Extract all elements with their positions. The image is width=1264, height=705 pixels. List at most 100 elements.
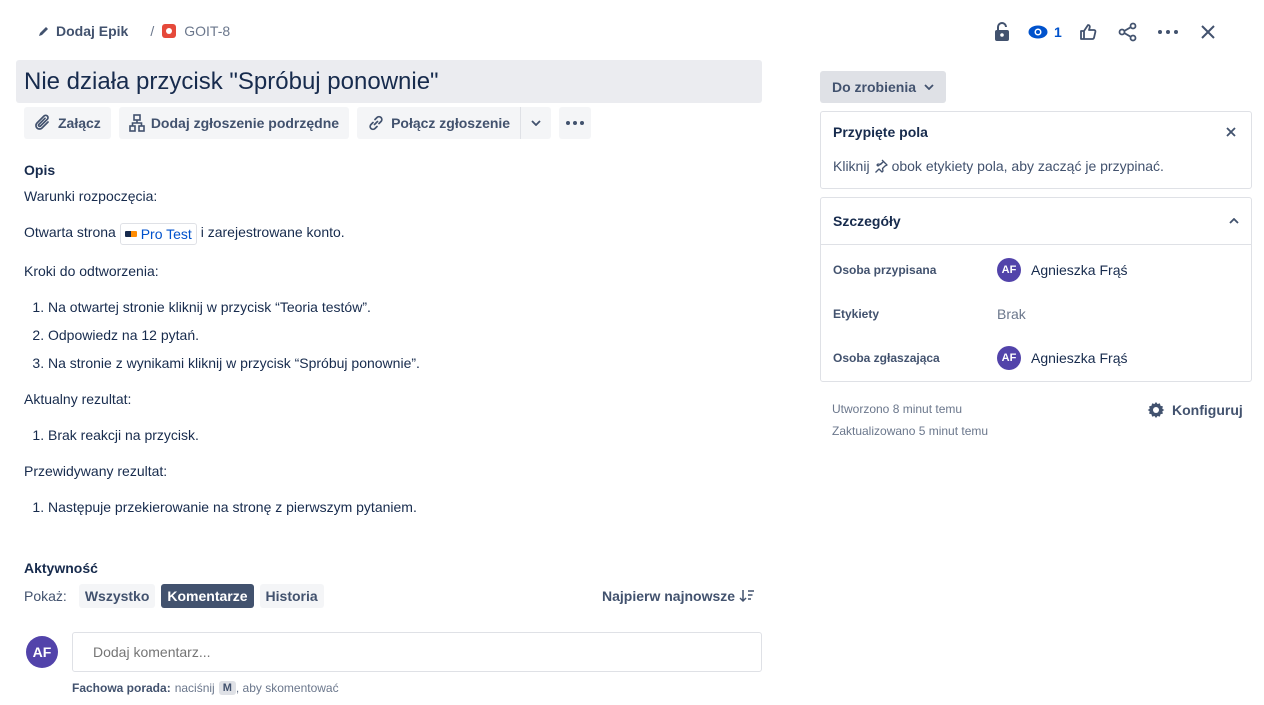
chevron-up-icon xyxy=(1229,218,1239,224)
share-button[interactable] xyxy=(1112,18,1144,46)
issue-key-link[interactable]: GOIT-8 xyxy=(162,23,230,39)
link-issue-button[interactable]: Połącz zgłoszenie xyxy=(357,107,521,139)
more-icon xyxy=(566,121,585,125)
configure-button[interactable]: Konfiguruj xyxy=(1146,400,1243,420)
pro-test-link-label: Pro Test xyxy=(140,226,192,242)
filter-all[interactable]: Wszystko xyxy=(78,584,156,608)
unlock-icon xyxy=(995,22,1009,41)
pinned-hint-after: obok etykiety pola, aby zacząć je przypi… xyxy=(891,158,1164,174)
reporter-label: Osoba zgłaszająca xyxy=(833,351,940,365)
list-item: Następuje przekierowanie na stronę z pie… xyxy=(48,497,764,517)
expected-result-list: Następuje przekierowanie na stronę z pie… xyxy=(48,497,764,517)
lock-button[interactable] xyxy=(986,18,1018,46)
assignee-label: Osoba przypisana xyxy=(833,263,937,277)
more-actions-button[interactable] xyxy=(1152,18,1184,46)
child-issue-icon xyxy=(129,114,145,132)
configure-label: Konfiguruj xyxy=(1172,402,1243,418)
filter-comments[interactable]: Komentarze xyxy=(161,584,254,608)
add-epic-link[interactable]: Dodaj Epik xyxy=(38,23,128,39)
status-label: Do zrobienia xyxy=(832,79,917,95)
show-label: Pokaż: xyxy=(24,588,67,604)
pin-icon xyxy=(874,159,888,173)
reporter-value[interactable]: AF Agnieszka Frąś xyxy=(997,346,1127,370)
close-pinned-button[interactable] xyxy=(1221,122,1241,142)
comment-input[interactable] xyxy=(72,632,762,672)
avatar: AF xyxy=(26,636,58,668)
precondition-before: Otwarta strona xyxy=(24,224,116,240)
assignee-name: Agnieszka Frąś xyxy=(1031,262,1128,278)
labels-value[interactable]: Brak xyxy=(997,306,1026,322)
add-child-issue-button[interactable]: Dodaj zgłoszenie podrzędne xyxy=(118,107,350,139)
thumbs-up-icon xyxy=(1079,24,1097,40)
sort-label: Najpierw najnowsze xyxy=(602,588,736,604)
status-dropdown[interactable]: Do zrobienia xyxy=(820,71,947,103)
assignee-value[interactable]: AF Agnieszka Frąś xyxy=(997,258,1127,282)
description-heading: Opis xyxy=(24,162,56,178)
attach-button[interactable]: Załącz xyxy=(24,107,111,139)
precondition-text: Otwarta strona Pro Test i zarejestrowane… xyxy=(24,222,764,245)
details-title: Szczegóły xyxy=(833,213,901,229)
assignee-row: Osoba przypisana AF Agnieszka Frąś xyxy=(833,258,1127,282)
chevron-down-icon xyxy=(924,84,934,90)
list-item: Na stronie z wynikami kliknij w przycisk… xyxy=(48,353,764,373)
eye-icon xyxy=(1028,25,1048,39)
avatar: AF xyxy=(997,346,1021,370)
reporter-name: Agnieszka Frąś xyxy=(1031,350,1128,366)
close-button[interactable] xyxy=(1192,18,1224,46)
precondition-after: i zarejestrowane konto. xyxy=(200,224,345,240)
preconditions-label: Warunki rozpoczęcia: xyxy=(24,188,158,204)
shortcut-key: M xyxy=(218,681,236,695)
actual-result-label: Aktualny rezultat: xyxy=(24,391,132,407)
paperclip-icon xyxy=(35,114,49,130)
breadcrumb-separator: / xyxy=(150,23,155,39)
add-child-label: Dodaj zgłoszenie podrzędne xyxy=(150,115,340,131)
steps-list: Na otwartej stronie kliknij w przycisk “… xyxy=(48,297,764,373)
expected-result-label: Przewidywany rezultat: xyxy=(24,463,168,479)
list-item: Brak reakcji na przycisk. xyxy=(48,425,764,445)
issue-actions: Załącz Dodaj zgłoszenie podrzędne Połącz… xyxy=(24,107,592,139)
created-timestamp: Utworzono 8 minut temu xyxy=(832,402,963,416)
close-icon xyxy=(1226,127,1236,137)
link-issue-group: Połącz zgłoszenie xyxy=(357,107,552,139)
actual-result-list: Brak reakcji na przycisk. xyxy=(48,425,764,445)
pinned-fields-panel: Przypięte pola Kliknij obok etykiety pol… xyxy=(820,111,1252,189)
pinned-fields-hint: Kliknij obok etykiety pola, aby zacząć j… xyxy=(833,158,1164,174)
vote-button[interactable] xyxy=(1072,18,1104,46)
gear-icon xyxy=(1147,402,1165,418)
issue-title[interactable]: Nie działa przycisk "Spróbuj ponownie" xyxy=(16,60,762,103)
attach-label: Załącz xyxy=(58,115,101,131)
filter-history[interactable]: Historia xyxy=(259,584,324,608)
issue-toolbar: 1 xyxy=(986,18,1224,46)
details-panel: Szczegóły Osoba przypisana AF Agnieszka … xyxy=(820,197,1252,382)
link-issue-dropdown[interactable] xyxy=(520,107,552,139)
tip-after: , aby skomentować xyxy=(235,681,339,695)
more-issue-actions-button[interactable] xyxy=(559,107,592,139)
pro-test-link[interactable]: Pro Test xyxy=(119,223,197,245)
steps-label: Kroki do odtworzenia: xyxy=(24,263,159,279)
reporter-row: Osoba zgłaszająca AF Agnieszka Frąś xyxy=(833,346,1127,370)
pencil-icon xyxy=(39,27,48,36)
add-epic-label: Dodaj Epik xyxy=(56,23,129,39)
site-favicon-icon xyxy=(124,231,137,237)
share-icon xyxy=(1118,22,1137,42)
activity-filter: Pokaż: Wszystko Komentarze Historia xyxy=(24,584,324,608)
close-icon xyxy=(1201,25,1215,39)
pinned-fields-title: Przypięte pola xyxy=(833,124,928,140)
bug-icon xyxy=(162,24,177,38)
updated-timestamp: Zaktualizowano 5 minut temu xyxy=(832,424,989,438)
watch-button[interactable]: 1 xyxy=(1028,18,1062,46)
activity-title: Aktywność xyxy=(24,560,98,576)
more-icon xyxy=(1157,30,1178,34)
pinned-hint-before: Kliknij xyxy=(833,158,870,174)
breadcrumb: Dodaj Epik / GOIT-8 xyxy=(38,22,230,40)
labels-label: Etykiety xyxy=(833,307,880,321)
avatar: AF xyxy=(997,258,1021,282)
sort-descending-icon xyxy=(739,590,755,603)
description[interactable]: Opis Warunki rozpoczęcia: Otwarta strona… xyxy=(24,160,764,533)
details-header[interactable]: Szczegóły xyxy=(821,198,1251,245)
tip-before: naciśnij xyxy=(174,681,215,695)
comment-tip: Fachowa porada: naciśnij M, aby skomento… xyxy=(72,681,339,695)
issue-key: GOIT-8 xyxy=(184,23,231,39)
sort-button[interactable]: Najpierw najnowsze xyxy=(602,586,755,606)
tip-bold: Fachowa porada: xyxy=(72,681,171,695)
